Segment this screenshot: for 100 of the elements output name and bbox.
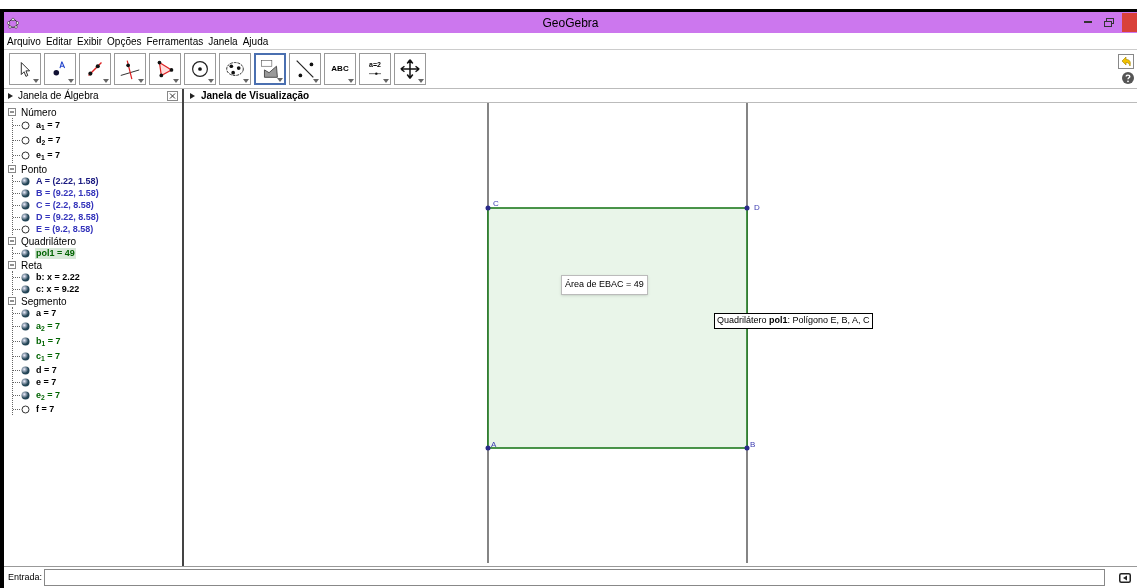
collapse-icon[interactable]: [8, 261, 16, 269]
algebra-entry[interactable]: e$_{2}$ = 7: [35, 390, 62, 401]
collapse-icon[interactable]: [8, 165, 16, 173]
algebra-entry[interactable]: a$_{2}$ = 7: [35, 321, 62, 332]
algebra-entry[interactable]: e = 7: [35, 376, 58, 388]
dropdown-arrow-icon: [103, 79, 109, 83]
close-icon[interactable]: [167, 90, 178, 101]
visible-ball-icon[interactable]: [21, 200, 30, 210]
minimize-icon[interactable]: [1084, 21, 1092, 24]
algebra-entry[interactable]: pol1 = 49: [35, 247, 76, 259]
menu-item[interactable]: Exibir: [77, 33, 103, 49]
dropdown-arrow-icon: [68, 79, 74, 83]
point-marker[interactable]: [744, 205, 750, 211]
undo-icon[interactable]: [1118, 54, 1134, 69]
tool-button[interactable]: [149, 53, 181, 85]
area-label: Área de EBAC = 49: [561, 275, 648, 295]
hidden-circle-icon[interactable]: [21, 404, 30, 414]
dropdown-arrow-icon: [348, 79, 354, 83]
collapse-icon[interactable]: [8, 108, 16, 116]
dropdown-arrow-icon: [208, 79, 214, 83]
algebra-entry[interactable]: c: x = 9.22: [35, 283, 81, 295]
visible-ball-icon[interactable]: [21, 352, 30, 361]
visible-ball-icon[interactable]: [21, 308, 30, 318]
visible-ball-icon[interactable]: [21, 377, 30, 387]
tool-button[interactable]: [219, 53, 251, 85]
point-marker[interactable]: [485, 445, 491, 451]
menu-item[interactable]: Editar: [45, 33, 73, 49]
point-label: D: [754, 204, 760, 212]
group-label[interactable]: Número: [21, 104, 57, 120]
algebra-entry[interactable]: B = (9.22, 1.58): [35, 187, 100, 199]
menu-item[interactable]: Arquivo: [7, 33, 41, 49]
panel-title: Janela de Álgebra: [18, 88, 99, 103]
point-label: A: [491, 441, 497, 449]
hidden-circle-icon[interactable]: [21, 151, 30, 160]
visible-ball-icon[interactable]: [21, 176, 30, 186]
app-icon: [7, 16, 19, 29]
dropdown-arrow-icon: [138, 79, 144, 83]
algebra-entry[interactable]: d = 7: [35, 364, 58, 376]
hidden-circle-icon[interactable]: [21, 224, 30, 234]
keyboard-icon[interactable]: [1119, 572, 1131, 583]
tool-button[interactable]: ABC: [324, 53, 356, 85]
tool-button[interactable]: [184, 53, 216, 85]
dropdown-arrow-icon: [243, 79, 249, 83]
dropdown-arrow-icon: [418, 79, 424, 83]
dropdown-arrow-icon: [173, 79, 179, 83]
point-label: C: [493, 200, 499, 208]
tool-button[interactable]: [289, 53, 321, 85]
tool-button[interactable]: [79, 53, 111, 85]
group-label[interactable]: Quadrilátero: [21, 233, 77, 249]
visible-ball-icon[interactable]: [21, 365, 30, 375]
dropdown-arrow-icon: [33, 79, 39, 83]
dropdown-arrow-icon: [313, 79, 319, 83]
visible-ball-icon[interactable]: [21, 284, 30, 294]
visible-ball-icon[interactable]: [21, 212, 30, 222]
group-label[interactable]: Ponto: [21, 161, 48, 177]
group-label[interactable]: Reta: [21, 257, 43, 273]
tooltip: Quadrilátero pol1: Polígono E, B, A, C: [714, 313, 873, 329]
algebra-entry[interactable]: e$_{1}$ = 7: [35, 150, 62, 161]
menu-item[interactable]: Opções: [107, 33, 142, 49]
algebra-entry[interactable]: f = 7: [35, 403, 56, 415]
point-marker[interactable]: [744, 445, 750, 451]
algebra-entry[interactable]: b$_{1}$ = 7: [35, 336, 62, 347]
menu-item[interactable]: Janela: [208, 33, 238, 49]
point-marker[interactable]: [485, 205, 491, 211]
menu-item[interactable]: Ferramentas: [146, 33, 204, 49]
tool-button[interactable]: [9, 53, 41, 85]
algebra-entry[interactable]: c$_{1}$ = 7: [35, 351, 62, 362]
restore-icon[interactable]: [1104, 18, 1114, 27]
hidden-circle-icon[interactable]: [21, 121, 30, 130]
move-arrows-icon: [398, 57, 422, 81]
visible-ball-icon[interactable]: [21, 248, 30, 258]
menu-item[interactable]: Ajuda: [242, 33, 269, 49]
collapse-icon[interactable]: [8, 297, 16, 305]
visible-ball-icon[interactable]: [21, 188, 30, 198]
input-label: Entrada:: [8, 570, 43, 584]
tool-button[interactable]: [394, 53, 426, 85]
panel-title: Janela de Visualização: [201, 89, 310, 103]
algebra-entry[interactable]: a = 7: [35, 307, 58, 319]
visible-ball-icon[interactable]: [21, 391, 30, 400]
algebra-entry[interactable]: b: x = 2.22: [35, 271, 81, 283]
window-title: GeoGebra: [542, 14, 599, 32]
dropdown-arrow-icon: [383, 79, 389, 83]
group-label[interactable]: Segmento: [21, 293, 67, 309]
algebra-entry[interactable]: a$_{1}$ = 7: [35, 120, 62, 131]
visible-ball-icon[interactable]: [21, 272, 30, 282]
visible-ball-icon[interactable]: [21, 322, 30, 331]
hidden-circle-icon[interactable]: [21, 136, 30, 145]
collapse-arrow-icon[interactable]: [8, 92, 13, 99]
collapse-icon[interactable]: [8, 237, 16, 245]
collapse-arrow-icon[interactable]: [190, 92, 195, 99]
algebra-entry[interactable]: C = (2.2, 8.58): [35, 199, 95, 211]
algebra-entry[interactable]: E = (9.2, 8.58): [35, 223, 95, 235]
input-field[interactable]: [44, 569, 1105, 586]
point-label: B: [750, 441, 756, 449]
algebra-entry[interactable]: d$_{2}$ = 7: [35, 135, 62, 146]
tool-button[interactable]: [44, 53, 76, 85]
algebra-entry[interactable]: A = (2.22, 1.58): [35, 175, 100, 187]
algebra-entry[interactable]: D = (9.22, 8.58): [35, 211, 100, 223]
help-icon[interactable]: [1122, 72, 1134, 84]
visible-ball-icon[interactable]: [21, 337, 30, 346]
